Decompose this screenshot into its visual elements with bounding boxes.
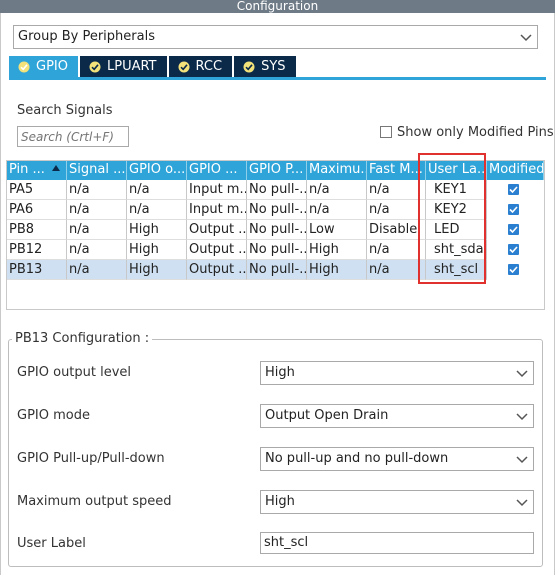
table-row[interactable]: PB12 n/a High Output ... No pull-... Hig… xyxy=(7,240,487,260)
speed-cell: Low xyxy=(307,220,367,240)
output-level-cell: High xyxy=(127,220,187,240)
pull-value: No pull-up and no pull-down xyxy=(265,451,449,466)
search-signals-label: Search Signals xyxy=(17,103,113,118)
show-modified-checkbox[interactable] xyxy=(380,126,392,138)
table-row-selected[interactable]: PB13 n/a High Output ... No pull-... Hig… xyxy=(7,260,487,280)
output-level-value: High xyxy=(265,365,295,380)
mode-cell: Input m... xyxy=(187,200,247,220)
checkbox-checked-icon xyxy=(508,244,519,255)
modified-cell[interactable] xyxy=(487,220,544,240)
pull-cell: No pull-... xyxy=(247,180,307,200)
signal-cell: n/a xyxy=(67,200,127,220)
pull-cell: No pull-... xyxy=(247,240,307,260)
tab-label: LPUART xyxy=(106,59,157,74)
chevron-down-icon xyxy=(516,499,528,507)
show-modified-label: Show only Modified Pins xyxy=(397,125,554,140)
gpio-mode-value: Output Open Drain xyxy=(265,408,389,423)
pin-cell: PB13 xyxy=(7,260,67,280)
modified-cell[interactable] xyxy=(487,200,544,220)
output-level-select[interactable]: High xyxy=(260,361,534,385)
tab-underline xyxy=(9,77,546,80)
mode-cell: Output ... xyxy=(187,220,247,240)
group-by-value: Group By Peripherals xyxy=(18,29,155,44)
checkbox-checked-icon xyxy=(508,224,519,235)
output-level-cell: n/a xyxy=(127,200,187,220)
column-header-max-speed[interactable]: Maximu... xyxy=(307,161,367,180)
output-level-cell: High xyxy=(127,240,187,260)
chevron-down-icon xyxy=(516,370,528,378)
pull-cell: No pull-... xyxy=(247,200,307,220)
column-header-mode[interactable]: GPIO ... xyxy=(187,161,247,180)
speed-cell: n/a xyxy=(307,200,367,220)
mode-cell: Output ... xyxy=(187,260,247,280)
pull-label: GPIO Pull-up/Pull-down xyxy=(17,451,165,466)
check-circle-icon xyxy=(18,61,30,72)
window-title: Configuration xyxy=(0,0,555,13)
gpio-mode-select[interactable]: Output Open Drain xyxy=(260,404,534,428)
max-speed-label: Maximum output speed xyxy=(17,494,172,509)
signal-cell: n/a xyxy=(67,260,127,280)
tab-gpio[interactable]: GPIO xyxy=(9,56,78,77)
speed-cell: n/a xyxy=(307,180,367,200)
signal-cell: n/a xyxy=(67,180,127,200)
sort-up-icon xyxy=(52,165,60,171)
pull-cell: No pull-... xyxy=(247,220,307,240)
chevron-down-icon xyxy=(516,413,528,421)
tab-rcc[interactable]: RCC xyxy=(168,56,233,77)
check-circle-icon xyxy=(89,61,101,72)
checkbox-checked-icon xyxy=(508,184,519,195)
pin-cell: PB12 xyxy=(7,240,67,260)
group-by-select[interactable]: Group By Peripherals xyxy=(13,25,538,49)
modified-cell[interactable] xyxy=(487,260,544,280)
max-speed-value: High xyxy=(265,494,295,509)
search-input[interactable] xyxy=(17,126,129,147)
column-header-signal[interactable]: Signal ... xyxy=(67,161,127,180)
tab-label: SYS xyxy=(261,59,286,74)
column-header-pull[interactable]: GPIO P... xyxy=(247,161,307,180)
tab-sys[interactable]: SYS xyxy=(234,56,296,77)
table-row[interactable]: PB8 n/a High Output ... No pull-... Low … xyxy=(7,220,487,240)
check-circle-icon xyxy=(243,61,255,72)
user-label-highlight-box xyxy=(418,153,486,284)
pull-select[interactable]: No pull-up and no pull-down xyxy=(260,447,534,471)
user-label-input[interactable]: sht_scl xyxy=(260,532,534,554)
output-level-cell: High xyxy=(127,260,187,280)
signal-cell: n/a xyxy=(67,220,127,240)
table-row[interactable]: PA5 n/a n/a Input m... No pull-... n/a n… xyxy=(7,180,487,200)
column-header-pin[interactable]: Pin ... xyxy=(7,161,67,180)
gpio-mode-label: GPIO mode xyxy=(17,408,90,423)
pin-configuration-title: PB13 Configuration : xyxy=(12,331,153,346)
signal-cell: n/a xyxy=(67,240,127,260)
max-speed-select[interactable]: High xyxy=(260,490,534,514)
mode-cell: Input m... xyxy=(187,180,247,200)
column-header-modified[interactable]: Modified xyxy=(487,161,544,180)
modified-cell[interactable] xyxy=(487,180,544,200)
mode-cell: Output ... xyxy=(187,240,247,260)
tab-label: GPIO xyxy=(36,59,68,74)
output-level-cell: n/a xyxy=(127,180,187,200)
pin-cell: PB8 xyxy=(7,220,67,240)
pin-cell: PA6 xyxy=(7,200,67,220)
output-level-label: GPIO output level xyxy=(17,365,132,380)
modified-column xyxy=(487,180,544,280)
chevron-down-icon xyxy=(516,456,528,464)
chevron-down-icon xyxy=(520,34,532,42)
modified-cell[interactable] xyxy=(487,240,544,260)
check-circle-icon xyxy=(178,61,190,72)
user-label-label: User Label xyxy=(17,536,86,551)
checkbox-checked-icon xyxy=(508,264,519,275)
tab-label: RCC xyxy=(195,59,223,74)
speed-cell: High xyxy=(307,240,367,260)
pin-cell: PA5 xyxy=(7,180,67,200)
peripheral-tabs: GPIO LPUART RCC SYS xyxy=(9,56,298,77)
column-header-output-level[interactable]: GPIO o... xyxy=(127,161,187,180)
tab-lpuart[interactable]: LPUART xyxy=(79,56,167,77)
checkbox-checked-icon xyxy=(508,204,519,215)
table-row[interactable]: PA6 n/a n/a Input m... No pull-... n/a n… xyxy=(7,200,487,220)
pull-cell: No pull-... xyxy=(247,260,307,280)
speed-cell: High xyxy=(307,260,367,280)
